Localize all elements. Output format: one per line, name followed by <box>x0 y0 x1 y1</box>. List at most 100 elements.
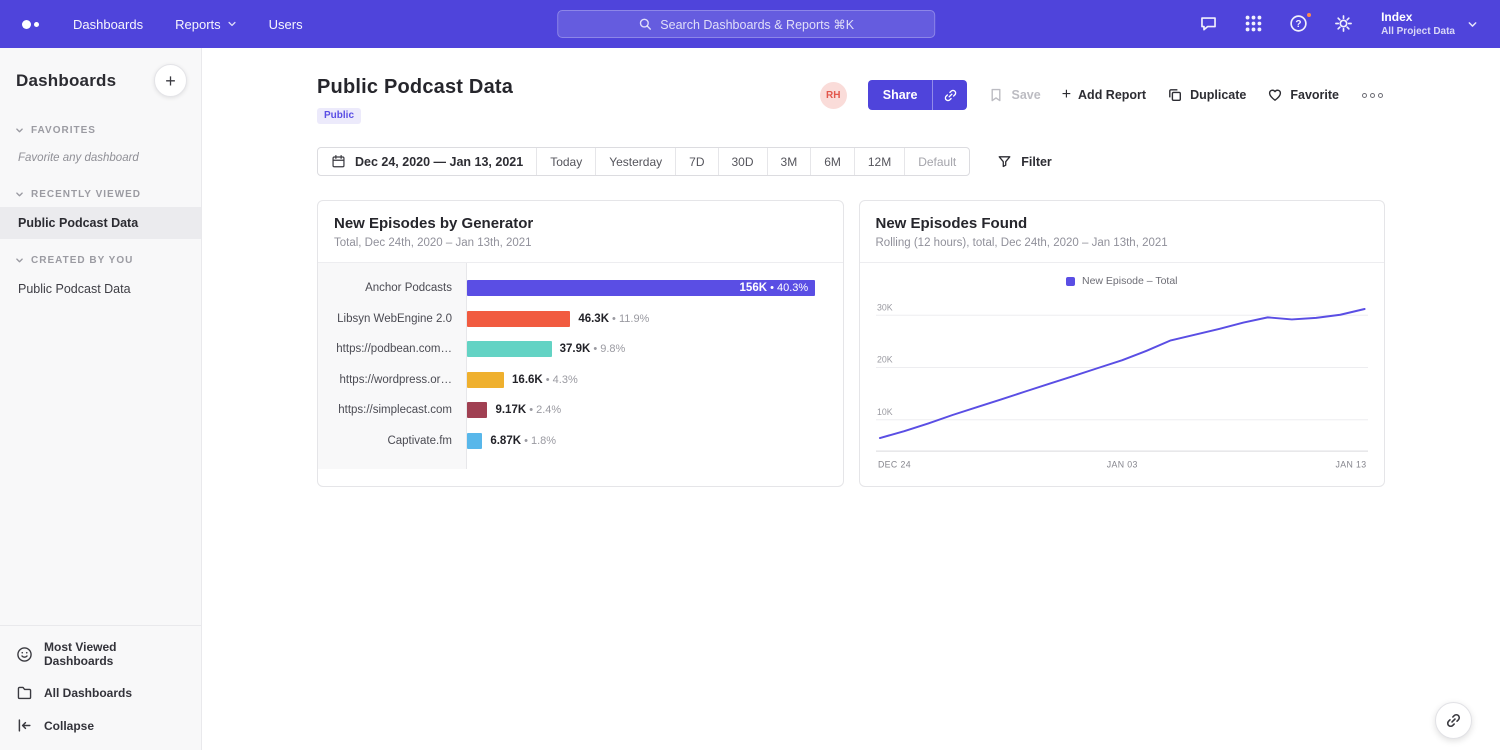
line-card-title: New Episodes Found <box>876 215 1369 232</box>
avatar[interactable]: RH <box>820 82 847 109</box>
date-range-label: Dec 24, 2020 — Jan 13, 2021 <box>355 155 523 169</box>
bar-row: https://wordpress.or…16.6K • 4.3% <box>318 365 843 396</box>
legend-swatch <box>1066 277 1075 286</box>
collapse-sidebar-button[interactable]: Collapse <box>0 709 201 742</box>
logo-dot <box>22 20 31 29</box>
line-chart[interactable]: 10K20K30KDEC 24JAN 03JAN 13 <box>876 297 1369 480</box>
help-icon[interactable]: ? <box>1289 14 1309 34</box>
preset-default[interactable]: Default <box>904 148 969 175</box>
most-viewed-dashboards-button[interactable]: Most Viewed Dashboards <box>0 632 201 676</box>
date-controls-row: Dec 24, 2020 — Jan 13, 2021 Today Yester… <box>317 147 1385 176</box>
bar[interactable] <box>467 341 552 357</box>
share-link-segment[interactable] <box>932 80 967 110</box>
preset-30d[interactable]: 30D <box>718 148 767 175</box>
all-dashboards-button[interactable]: All Dashboards <box>0 676 201 709</box>
dashboard-actions: RH Share Save + Add Report <box>820 76 1385 110</box>
nav-reports[interactable]: Reports <box>175 17 237 32</box>
section-favorites[interactable]: FAVORITES <box>0 109 201 143</box>
favorite-label: Favorite <box>1290 88 1339 102</box>
project-selector[interactable]: Index All Project Data <box>1381 10 1478 39</box>
svg-text:DEC 24: DEC 24 <box>877 460 910 470</box>
bar-category-label: Anchor Podcasts <box>318 282 467 294</box>
filter-button[interactable]: Filter <box>997 154 1052 169</box>
more-options-button[interactable] <box>1360 89 1385 102</box>
bar-category-label: https://simplecast.com <box>318 404 467 416</box>
share-button[interactable]: Share <box>868 80 968 110</box>
bar[interactable] <box>467 402 487 418</box>
copy-link-floating-button[interactable] <box>1435 702 1472 739</box>
sidebar-item-public-podcast-data[interactable]: Public Podcast Data <box>0 207 201 239</box>
preset-today[interactable]: Today <box>536 148 595 175</box>
all-dashboards-label: All Dashboards <box>44 686 132 700</box>
folder-icon <box>16 684 33 701</box>
navbar-right: ? Index All Project Data <box>1199 10 1478 39</box>
duplicate-button[interactable]: Duplicate <box>1167 87 1246 103</box>
bar-row: Libsyn WebEngine 2.0 46.3K • 11.9% <box>318 304 843 335</box>
title-block: Public Podcast Data Public <box>317 76 513 124</box>
feedback-icon[interactable] <box>1199 14 1219 34</box>
bar-category-label: https://podbean.com… <box>318 343 467 355</box>
search-placeholder: Search Dashboards & Reports ⌘K <box>660 17 854 32</box>
nav-dashboards[interactable]: Dashboards <box>73 17 143 32</box>
add-dashboard-button[interactable]: + <box>154 64 187 97</box>
bar-category-label: Captivate.fm <box>318 435 467 447</box>
sidebar-header: Dashboards + <box>0 48 201 109</box>
apps-grid-icon[interactable] <box>1244 14 1264 34</box>
nav-users[interactable]: Users <box>269 17 303 32</box>
link-icon <box>1445 712 1462 729</box>
bar-card-subtitle: Total, Dec 24th, 2020 – Jan 13th, 2021 <box>334 237 827 249</box>
add-report-button[interactable]: + Add Report <box>1062 87 1146 103</box>
bar-value-label: 37.9K • 9.8% <box>560 343 626 355</box>
preset-3m[interactable]: 3M <box>767 148 811 175</box>
preset-6m[interactable]: 6M <box>810 148 854 175</box>
svg-text:10K: 10K <box>876 407 892 417</box>
logo-dot-small <box>34 22 39 27</box>
mixpanel-logo-icon[interactable] <box>22 20 39 29</box>
bar-row: https://simplecast.com 9.17K • 2.4% <box>318 395 843 426</box>
top-navbar: Dashboards Reports Users Search Dashboar… <box>0 0 1500 48</box>
bar-value-label: 6.87K • 1.8% <box>490 435 556 447</box>
share-button-label[interactable]: Share <box>868 80 933 110</box>
chevron-down-icon <box>1467 19 1478 30</box>
collapse-icon <box>16 717 33 734</box>
line-chart-card: New Episodes Found Rolling (12 hours), t… <box>859 200 1386 487</box>
most-viewed-dashboards-label: Most Viewed Dashboards <box>44 640 185 668</box>
svg-text:30K: 30K <box>876 302 892 312</box>
date-range-picker[interactable]: Dec 24, 2020 — Jan 13, 2021 <box>318 148 536 175</box>
bar[interactable] <box>467 372 504 388</box>
preset-yesterday[interactable]: Yesterday <box>595 148 675 175</box>
calendar-icon <box>331 154 346 169</box>
bar[interactable] <box>467 311 570 327</box>
sidebar-item-public-podcast-data-created[interactable]: Public Podcast Data <box>0 273 201 305</box>
app-window: Dashboards Reports Users Search Dashboar… <box>0 0 1500 750</box>
save-button[interactable]: Save <box>988 87 1040 103</box>
bar[interactable] <box>467 433 482 449</box>
settings-gear-icon[interactable] <box>1334 14 1354 34</box>
filter-funnel-icon <box>997 154 1012 169</box>
section-created-by-you[interactable]: CREATED BY YOU <box>0 239 201 273</box>
preset-7d[interactable]: 7D <box>675 148 717 175</box>
chevron-down-icon <box>15 190 24 199</box>
link-icon <box>943 88 958 103</box>
chart-legend: New Episode – Total <box>876 271 1369 297</box>
bar-track: 16.6K • 4.3% <box>467 372 843 388</box>
bar-track: 9.17K • 2.4% <box>467 402 843 418</box>
sidebar: Dashboards + FAVORITES Favorite any dash… <box>0 48 202 750</box>
heart-icon <box>1267 87 1283 103</box>
most-viewed-icon <box>16 646 33 663</box>
bar-value-label: 9.17K • 2.4% <box>495 404 561 416</box>
preset-12m[interactable]: 12M <box>854 148 904 175</box>
bar-value-label: 46.3K • 11.9% <box>578 313 649 325</box>
chevron-down-icon <box>15 126 24 135</box>
bar-card-header: New Episodes by Generator Total, Dec 24t… <box>318 201 843 263</box>
public-badge: Public <box>317 108 361 124</box>
page-title: Public Podcast Data <box>317 76 513 99</box>
project-name: Index <box>1381 10 1455 26</box>
favorite-button[interactable]: Favorite <box>1267 87 1339 103</box>
search-input[interactable]: Search Dashboards & Reports ⌘K <box>557 10 935 38</box>
bar-category-label: Libsyn WebEngine 2.0 <box>318 313 467 325</box>
bar-track: 6.87K • 1.8% <box>467 433 843 449</box>
chevron-down-icon <box>15 256 24 265</box>
section-recently-viewed[interactable]: RECENTLY VIEWED <box>0 173 201 207</box>
bar[interactable]: 156K • 40.3% <box>467 280 815 296</box>
